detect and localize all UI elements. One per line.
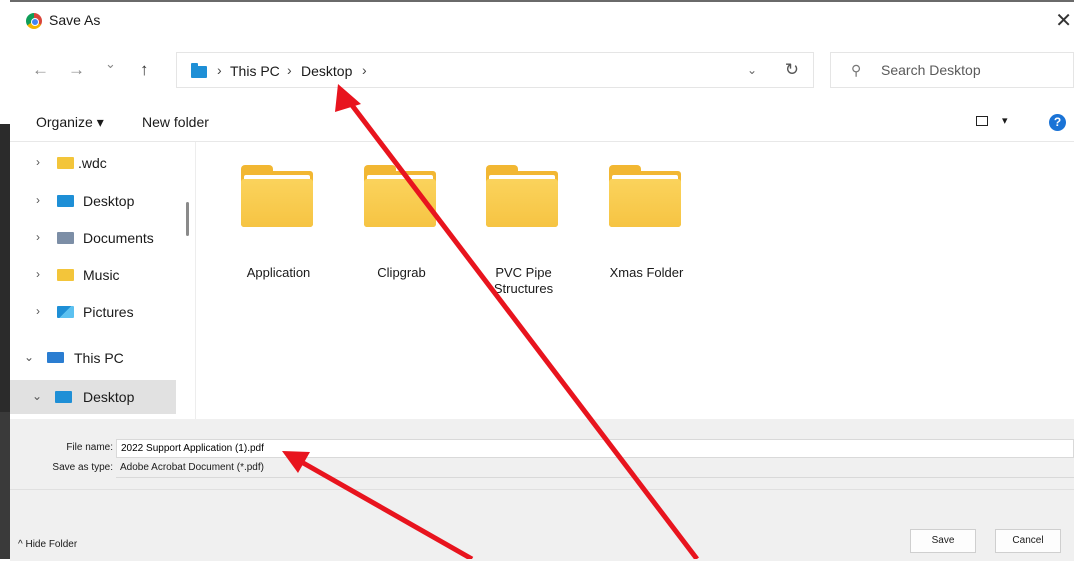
sidebar-item-desktop[interactable]: › Desktop (10, 184, 176, 218)
chevron-right-icon[interactable]: › (36, 267, 40, 281)
chevron-right-icon[interactable]: › (36, 193, 40, 207)
search-icon: ⚲ (851, 62, 862, 78)
close-button[interactable]: ✕ (1055, 8, 1072, 33)
sidebar-item-label: This PC (74, 350, 124, 366)
file-name-input[interactable] (116, 439, 1074, 458)
folder-name: Xmas Folder (609, 265, 684, 280)
music-icon (57, 269, 74, 281)
sidebar-item-wdc[interactable]: › .wdc (10, 146, 176, 180)
folder-item-pvc-pipe-structures[interactable]: PVC Pipe Structures (466, 152, 581, 296)
sidebar-item-label: Documents (83, 230, 154, 246)
command-bar: Organize ▾ New folder ▾ ? (10, 102, 1074, 142)
documents-icon (57, 232, 74, 244)
chevron-right-icon[interactable]: › (36, 230, 40, 244)
sidebar-item-this-pc[interactable]: ⌄ This PC (10, 341, 176, 375)
folder-icon (55, 391, 72, 403)
save-options-panel: File name: Save as type: Adobe Acrobat D… (10, 419, 1074, 561)
sidebar-item-desktop-selected[interactable]: ⌄ Desktop (10, 380, 176, 414)
sidebar-scrollbar[interactable] (186, 202, 189, 236)
title-bar: Save As ✕ (10, 2, 1074, 40)
address-bar[interactable]: › This PC › Desktop › ⌄ ↻ (176, 52, 814, 88)
sidebar-item-documents[interactable]: › Documents (10, 221, 176, 255)
folder-item-application[interactable]: Application (221, 152, 336, 292)
forward-button[interactable]: → (68, 60, 85, 80)
recent-locations-button[interactable]: ⌄ (105, 56, 116, 72)
background-dark-strip-lower (0, 412, 10, 559)
file-name-row: File name: (10, 439, 1074, 459)
search-input[interactable] (879, 61, 1063, 79)
back-button[interactable]: ← (32, 60, 49, 80)
save-as-dialog: Save As ✕ ← → ⌄ ↑ › This PC › Desktop › … (10, 0, 1074, 561)
up-button[interactable]: ↑ (140, 60, 149, 80)
file-list: Application Clipgrab PVC Pipe Structures… (210, 152, 1070, 412)
sidebar-item-label: Desktop (83, 389, 135, 405)
hide-folders-button[interactable]: ^ Hide Folder (18, 539, 77, 550)
chevron-down-icon[interactable]: ⌄ (32, 389, 42, 403)
breadcrumb-this-pc[interactable]: This PC (230, 63, 280, 79)
chrome-icon (26, 13, 42, 29)
sidebar-item-label: Desktop (83, 193, 135, 209)
file-name-label: File name: (66, 442, 113, 453)
breadcrumb-separator: › (287, 62, 292, 78)
address-dropdown-icon[interactable]: ⌄ (747, 63, 757, 77)
computer-icon (47, 352, 64, 363)
cancel-button[interactable]: Cancel (995, 529, 1061, 553)
breadcrumb-separator: › (217, 62, 222, 78)
chevron-right-icon[interactable]: › (36, 304, 40, 318)
navigation-row: ← → ⌄ ↑ › This PC › Desktop › ⌄ ↻ ⚲ (10, 50, 1074, 92)
pictures-icon (57, 306, 74, 318)
folder-name: Application (246, 265, 311, 280)
view-dropdown-icon[interactable]: ▾ (1002, 114, 1008, 127)
refresh-icon[interactable]: ↻ (785, 60, 799, 80)
search-box[interactable]: ⚲ (830, 52, 1074, 88)
save-type-select[interactable]: Adobe Acrobat Document (*.pdf) (116, 460, 1074, 478)
folder-icon (364, 165, 436, 227)
folder-icon (57, 195, 74, 207)
background-edge (0, 0, 10, 559)
folder-icon (486, 165, 558, 227)
chevron-right-icon[interactable]: › (36, 155, 40, 169)
breadcrumb-separator: › (362, 62, 367, 78)
navigation-pane: › .wdc › Desktop › Documents › Music › P… (10, 142, 188, 419)
folder-name: Clipgrab (377, 265, 426, 280)
divider (10, 489, 1074, 490)
folder-name: PVC Pipe Structures (493, 265, 554, 296)
sidebar-item-label: .wdc (78, 155, 107, 171)
save-type-row: Save as type: Adobe Acrobat Document (*.… (10, 459, 1074, 479)
save-type-label: Save as type: (52, 462, 113, 473)
folder-icon (609, 165, 681, 227)
dialog-title: Save As (49, 12, 101, 28)
save-button[interactable]: Save (910, 529, 976, 553)
sidebar-item-label: Music (83, 267, 120, 283)
sidebar-item-music[interactable]: › Music (10, 258, 176, 292)
breadcrumb-desktop[interactable]: Desktop (301, 63, 352, 79)
pane-divider (195, 142, 196, 419)
folder-item-xmas-folder[interactable]: Xmas Folder (589, 152, 704, 292)
help-icon[interactable]: ? (1049, 114, 1066, 131)
view-icon[interactable] (976, 116, 988, 126)
folder-item-clipgrab[interactable]: Clipgrab (344, 152, 459, 292)
new-folder-button[interactable]: New folder (142, 114, 209, 130)
folder-icon (191, 63, 207, 78)
folder-icon (241, 165, 313, 227)
folder-icon (57, 157, 74, 169)
organize-button[interactable]: Organize ▾ (36, 114, 104, 131)
sidebar-item-pictures[interactable]: › Pictures (10, 295, 176, 329)
sidebar-item-label: Pictures (83, 304, 134, 320)
chevron-down-icon[interactable]: ⌄ (24, 350, 34, 364)
